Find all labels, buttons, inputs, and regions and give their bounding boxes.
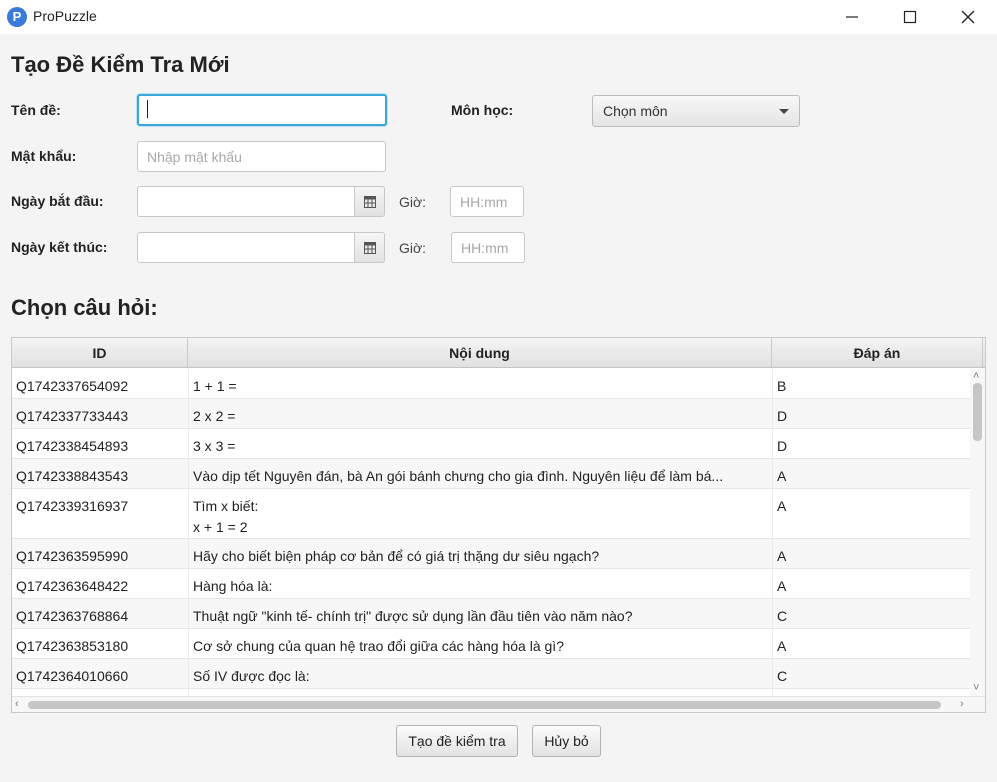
- minimize-icon: [846, 16, 858, 18]
- row-id-cell: Q1742363595990: [16, 548, 129, 564]
- horizontal-scrollbar[interactable]: ‹ ›: [12, 696, 985, 712]
- row-id-cell: Q1742363648422: [16, 578, 129, 594]
- row-answer-cell: A: [777, 468, 787, 484]
- create-test-button[interactable]: Tạo đề kiểm tra: [396, 725, 518, 757]
- row-answer-cell: B: [777, 378, 787, 394]
- row-content-cell: 3 x 3 =: [193, 438, 236, 454]
- calendar-icon: [364, 242, 376, 254]
- table-row[interactable]: Q1742337654092 1 + 1 = B: [12, 369, 970, 399]
- table-row[interactable]: Q1742337733443 2 x 2 = D: [12, 399, 970, 429]
- row-id-cell: Q1742337733443: [16, 408, 129, 424]
- table-row[interactable]: Q1742363595990 Hãy cho biết biện pháp cơ …: [12, 539, 970, 569]
- row-content-cell: Số IV được đọc là:: [193, 668, 310, 684]
- start-time-input[interactable]: [450, 186, 524, 217]
- subject-label: Môn học:: [451, 102, 514, 118]
- row-answer-cell: D: [777, 438, 788, 454]
- start-time-label: Giờ:: [399, 194, 427, 210]
- table-row[interactable]: Q1742338843543 Vào dịp tết Nguyên đán, bà…: [12, 459, 970, 489]
- row-answer-cell: A: [777, 498, 787, 514]
- row-id-cell: Q1742338843543: [16, 468, 129, 484]
- scroll-up-icon[interactable]: ˄: [973, 371, 979, 382]
- window-title: ProPuzzle: [33, 8, 97, 24]
- row-answer-cell: A: [777, 578, 787, 594]
- column-header-content[interactable]: Nội dung: [188, 338, 772, 368]
- maximize-button[interactable]: [881, 0, 939, 34]
- row-content-cell: 2 x 2 =: [193, 408, 236, 424]
- row-content-cell: Cơ sở chung của quan hệ trao đổi giữa cá…: [193, 638, 564, 654]
- cancel-button[interactable]: Hủy bỏ: [532, 725, 601, 757]
- title-bar: P ProPuzzle: [0, 0, 997, 34]
- subject-select[interactable]: Chọn môn: [592, 95, 800, 127]
- row-id-cell: Q1742363768864: [16, 608, 129, 624]
- end-date-picker-button[interactable]: [354, 232, 385, 263]
- table-row[interactable]: Q1742363853180 Cơ sở chung của quan hệ tr…: [12, 629, 970, 659]
- table-header: ID Nội dung Đáp án: [12, 338, 985, 368]
- calendar-icon: [364, 196, 376, 208]
- row-content-cell: Tìm x biết: x + 1 = 2: [193, 498, 259, 535]
- name-input[interactable]: [137, 94, 387, 126]
- section-title: Chọn câu hỏi:: [11, 295, 158, 320]
- end-time-input[interactable]: [451, 232, 525, 263]
- column-header-id[interactable]: ID: [12, 338, 188, 368]
- horizontal-scroll-thumb[interactable]: [28, 701, 941, 709]
- table-row[interactable]: Q1742364010660 Số IV được đọc là: C: [12, 659, 970, 689]
- end-date-label: Ngày kết thúc:: [11, 239, 108, 255]
- page-title: Tạo Đề Kiểm Tra Mới: [11, 52, 230, 77]
- table-row[interactable]: Q1742363768864 Thuật ngữ "kinh tế- chính …: [12, 599, 970, 629]
- end-date-input[interactable]: [137, 232, 356, 263]
- row-content-cell: 1 + 1 =: [193, 378, 237, 394]
- password-label: Mật khẩu:: [11, 148, 77, 164]
- scroll-left-icon[interactable]: ‹: [15, 699, 19, 710]
- minimize-button[interactable]: [823, 0, 881, 34]
- close-button[interactable]: [939, 0, 997, 34]
- start-date-label: Ngày bắt đầu:: [11, 193, 104, 209]
- row-id-cell: Q1742363853180: [16, 638, 129, 654]
- close-icon: [961, 10, 975, 24]
- text-caret: [147, 100, 148, 118]
- table-row[interactable]: Q1742339316937 Tìm x biết: x + 1 = 2 A: [12, 489, 970, 539]
- table-body: Q1742337654092 1 + 1 = B Q1742337733443 2 x …: [12, 369, 970, 696]
- scroll-right-icon[interactable]: ›: [960, 699, 964, 710]
- name-label: Tên đề:: [11, 102, 61, 118]
- row-content-cell: Vào dịp tết Nguyên đán, bà An gói bánh c…: [193, 468, 724, 484]
- row-id-cell: Q1742339316937: [16, 498, 129, 514]
- row-id-cell: Q1742364010660: [16, 668, 129, 684]
- row-content-cell: Hãy cho biết biện pháp cơ bản để có giá …: [193, 548, 600, 564]
- column-header-answer[interactable]: Đáp án: [772, 338, 983, 368]
- password-input[interactable]: [137, 141, 386, 172]
- subject-select-value: Chọn môn: [603, 103, 668, 119]
- vertical-scroll-thumb[interactable]: [973, 383, 982, 441]
- start-date-picker-button[interactable]: [354, 186, 385, 217]
- column-divider: [188, 369, 189, 696]
- app-logo-icon: P: [7, 7, 27, 27]
- row-id-cell: Q1742337654092: [16, 378, 129, 394]
- maximize-icon: [903, 10, 917, 24]
- row-id-cell: Q1742338454893: [16, 438, 129, 454]
- row-content-cell: Thuật ngữ "kinh tế- chính trị" được sử d…: [193, 608, 633, 624]
- table-row[interactable]: Q1742338454893 3 x 3 = D: [12, 429, 970, 459]
- row-content-cell: Hàng hóa là:: [193, 578, 273, 594]
- main-content: Tạo Đề Kiểm Tra Mới Tên đề: Môn học: Chọ…: [0, 34, 997, 782]
- end-time-label: Giờ:: [399, 240, 427, 256]
- row-answer-cell: A: [777, 548, 787, 564]
- start-date-input[interactable]: [137, 186, 356, 217]
- row-answer-cell: A: [777, 638, 787, 654]
- column-divider: [772, 369, 773, 696]
- vertical-scrollbar[interactable]: ˄ ˅: [970, 369, 985, 696]
- row-answer-cell: C: [777, 668, 788, 684]
- row-answer-cell: D: [777, 408, 788, 424]
- table-row[interactable]: Q1742363648422 Hàng hóa là: A: [12, 569, 970, 599]
- chevron-down-icon: [779, 109, 789, 114]
- scroll-down-icon[interactable]: ˅: [973, 683, 979, 694]
- questions-table: ID Nội dung Đáp án Q1742337654092 1 + 1 =…: [11, 337, 986, 713]
- row-answer-cell: C: [777, 608, 788, 624]
